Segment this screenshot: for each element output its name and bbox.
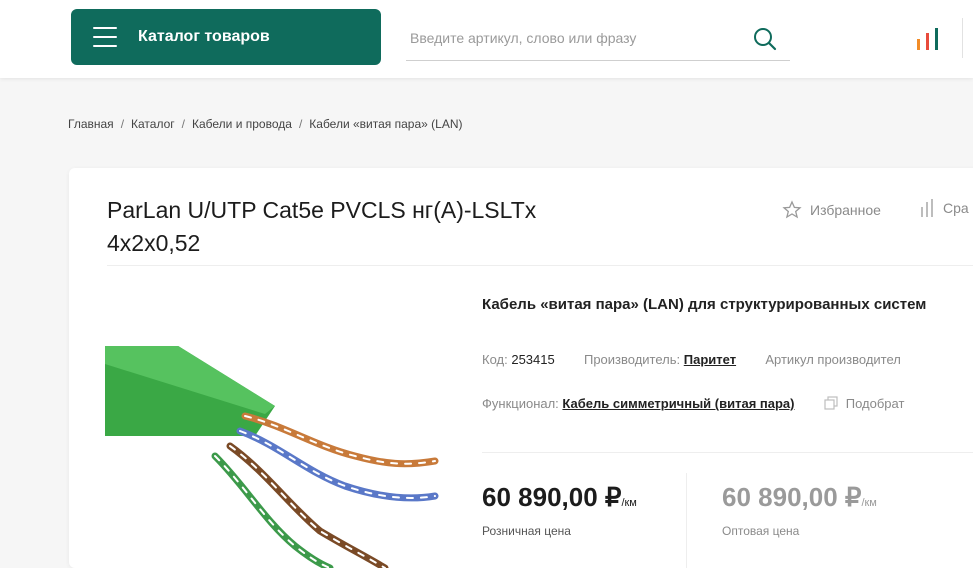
title-divider bbox=[107, 265, 973, 266]
favorite-button[interactable]: Избранное bbox=[782, 200, 881, 220]
compare-bars-icon[interactable] bbox=[914, 26, 942, 52]
retail-price-unit: /км bbox=[621, 497, 637, 509]
search-icon[interactable] bbox=[752, 26, 778, 52]
wholesale-price-unit: /км bbox=[861, 497, 877, 509]
favorite-label: Избранное bbox=[810, 202, 881, 218]
copy-icon bbox=[824, 396, 838, 410]
product-meta-row: Код: 253415 Производитель: Паритет Артик… bbox=[482, 352, 901, 367]
product-subtitle: Кабель «витая пара» (LAN) для структурир… bbox=[482, 296, 927, 313]
breadcrumb: Главная / Каталог / Кабели и провода / Кабели … bbox=[68, 117, 462, 131]
retail-price: 60 890,00 ₽/км bbox=[482, 482, 637, 513]
breadcrumb-catalog[interactable]: Каталог bbox=[131, 117, 175, 131]
compare-button[interactable]: Сра bbox=[919, 198, 969, 218]
header-divider bbox=[962, 18, 963, 58]
product-card: ParLan U/UTP Cat5e PVCLS нг(А)-LSLTx 4x2… bbox=[69, 168, 973, 568]
breadcrumb-separator: / bbox=[120, 117, 125, 131]
compare-bars-icon bbox=[921, 199, 933, 217]
compare-label: Сра bbox=[943, 200, 969, 216]
burger-menu-icon bbox=[93, 27, 117, 47]
functional-link[interactable]: Кабель симметричный (витая пара) bbox=[562, 396, 794, 411]
breadcrumb-separator: / bbox=[181, 117, 185, 131]
wholesale-price-label: Оптовая цена bbox=[722, 524, 800, 538]
wholesale-price-value: 60 890,00 ₽ bbox=[722, 482, 862, 512]
product-functional-row: Функционал: Кабель симметричный (витая п… bbox=[482, 396, 904, 411]
price-separator bbox=[686, 473, 687, 568]
catalog-button-label: Каталог товаров bbox=[138, 28, 270, 45]
pick-analog-label: Подобрат bbox=[845, 396, 905, 411]
pick-analog-button[interactable]: Подобрат bbox=[824, 396, 905, 411]
search-bar bbox=[406, 18, 790, 61]
wholesale-price: 60 890,00 ₽/км bbox=[722, 482, 877, 513]
breadcrumb-lan-cables[interactable]: Кабели «витая пара» (LAN) bbox=[309, 117, 462, 131]
site-header: Каталог товаров bbox=[0, 0, 973, 78]
product-title: ParLan U/UTP Cat5e PVCLS нг(А)-LSLTx 4x2… bbox=[107, 197, 537, 256]
search-input[interactable] bbox=[408, 22, 742, 54]
article-label: Артикул производител bbox=[765, 352, 901, 367]
breadcrumb-cables[interactable]: Кабели и провода bbox=[192, 117, 292, 131]
code-label: Код: bbox=[482, 352, 508, 367]
code-value: 253415 bbox=[511, 352, 555, 367]
product-image bbox=[105, 346, 439, 568]
retail-price-label: Розничная цена bbox=[482, 524, 571, 538]
manufacturer-label: Производитель: bbox=[583, 352, 681, 367]
retail-price-value: 60 890,00 ₽ bbox=[482, 482, 622, 512]
manufacturer-link[interactable]: Паритет bbox=[684, 352, 736, 367]
functional-label: Функционал: bbox=[482, 396, 559, 411]
breadcrumb-separator: / bbox=[298, 117, 303, 131]
catalog-button[interactable]: Каталог товаров bbox=[71, 9, 381, 65]
star-outline-icon bbox=[782, 200, 802, 219]
breadcrumb-home[interactable]: Главная bbox=[68, 117, 114, 131]
price-divider bbox=[482, 452, 973, 453]
